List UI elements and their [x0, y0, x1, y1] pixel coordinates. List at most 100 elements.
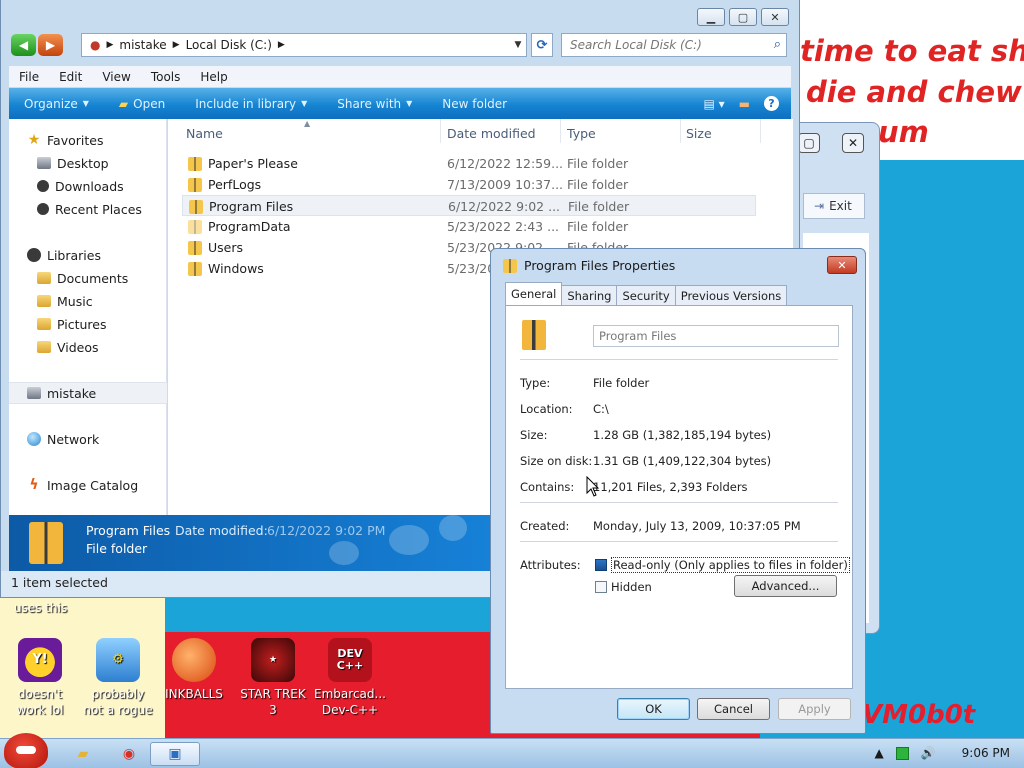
start-button[interactable] — [4, 733, 48, 768]
column-separator[interactable] — [760, 119, 761, 143]
tab-security[interactable]: Security — [616, 285, 676, 305]
exit-icon: ⇥ — [814, 199, 825, 213]
share-with-button[interactable]: Share with ▼ — [322, 97, 427, 111]
refresh-button[interactable]: ⟳ — [531, 33, 553, 57]
column-header-size[interactable]: Size — [686, 126, 712, 141]
menu-tools[interactable]: Tools — [141, 70, 191, 84]
column-header-name[interactable]: Name — [186, 126, 223, 141]
nav-mistake[interactable]: mistake — [9, 382, 167, 404]
nav-network[interactable]: Network — [9, 428, 167, 450]
hidden-checkbox[interactable]: Hidden — [595, 580, 652, 594]
address-bar[interactable]: ● ▶ mistake ▶ Local Disk (C:) ▶ ▼ — [81, 33, 527, 57]
tab-previous-versions[interactable]: Previous Versions — [674, 285, 788, 305]
table-row-selected[interactable]: Program Files 6/12/2022 9:02 ... File fo… — [182, 195, 756, 216]
volume-icon[interactable]: 🔊 — [921, 746, 936, 760]
maximize-button[interactable]: ▢ — [729, 8, 757, 26]
preview-pane-icon[interactable]: ▬ — [739, 97, 750, 111]
column-separator[interactable] — [680, 119, 681, 143]
table-row[interactable]: Paper's Please 6/12/2022 12:59... File f… — [182, 153, 756, 174]
dialog-title-bar[interactable]: Program Files Properties — [503, 258, 675, 273]
view-options-icon[interactable]: ▤ ▾ — [703, 97, 724, 111]
window-controls: ▁ ▢ ✕ — [697, 8, 789, 26]
desktop-icon-dev-cpp[interactable]: DEV C++ Embarcad... Dev-C++ — [312, 638, 388, 718]
nav-recent-places[interactable]: Recent Places — [9, 198, 167, 220]
nav-pictures[interactable]: Pictures — [9, 313, 167, 335]
table-row[interactable]: ProgramData 5/23/2022 2:43 ... File fold… — [182, 216, 756, 237]
nav-videos[interactable]: Videos — [9, 336, 167, 358]
menu-edit[interactable]: Edit — [49, 70, 92, 84]
toolbar-right-group: ▤ ▾ ▬ ? — [703, 96, 791, 111]
desktop-icon-inkballs[interactable]: INKBALLS — [156, 638, 232, 702]
breadcrumb-local-disk[interactable]: Local Disk (C:) — [186, 38, 272, 52]
meme-text-line-3: um — [878, 115, 929, 149]
nav-label: Network — [47, 431, 100, 447]
videos-icon — [37, 341, 51, 353]
nav-desktop[interactable]: Desktop — [9, 152, 167, 174]
column-header-type[interactable]: Type — [567, 126, 596, 141]
back-button[interactable]: ◀ — [11, 34, 36, 56]
include-in-library-button[interactable]: Include in library ▼ — [180, 97, 322, 111]
desktop-icon-label: probably not a rogue — [83, 687, 153, 717]
menu-view[interactable]: View — [92, 70, 140, 84]
desktop-icon-not-rogue[interactable]: ⚙ probably not a rogue — [80, 638, 156, 718]
clock[interactable]: 9:06 PM — [962, 746, 1010, 760]
column-separator[interactable] — [560, 119, 561, 143]
details-modified-value: 6/12/2022 9:02 PM — [267, 523, 386, 538]
address-row: ◀ ▶ ● ▶ mistake ▶ Local Disk (C:) ▶ ▼ ⟳ … — [11, 33, 787, 59]
cancel-button[interactable]: Cancel — [697, 698, 770, 720]
search-icon[interactable]: ⌕ — [774, 37, 781, 52]
file-name: Paper's Please — [208, 156, 298, 171]
taskbar-chrome-button[interactable]: ◉ — [104, 742, 154, 766]
desktop-icon-star-trek[interactable]: ★ STAR TREK 3 — [235, 638, 311, 718]
readonly-checkbox[interactable]: Read-only (Only applies to files in fold… — [595, 557, 850, 573]
open-button[interactable]: ▰ Open — [104, 97, 180, 111]
minimize-button[interactable]: ▁ — [697, 8, 725, 26]
nav-label: Favorites — [47, 132, 104, 148]
menu-help[interactable]: Help — [190, 70, 237, 84]
show-hidden-icons-icon[interactable]: ▲ — [874, 746, 883, 760]
tab-strip: General Sharing Security Previous Versio… — [505, 282, 788, 305]
exit-button[interactable]: ⇥ Exit — [803, 193, 865, 219]
file-date: 6/12/2022 9:02 ... — [448, 199, 561, 214]
taskbar-explorer-button[interactable]: ▰ — [58, 742, 108, 766]
organize-button[interactable]: Organize ▼ — [9, 97, 104, 111]
search-input[interactable] — [562, 34, 758, 56]
network-icon — [27, 432, 41, 446]
apply-button[interactable]: Apply — [778, 698, 851, 720]
table-row[interactable]: PerfLogs 7/13/2009 10:37... File folder — [182, 174, 756, 195]
tab-general[interactable]: General — [505, 282, 563, 305]
maximize-button[interactable]: ▢ — [798, 133, 820, 153]
nav-libraries[interactable]: Libraries — [9, 244, 167, 266]
folder-name-field[interactable]: Program Files — [593, 325, 839, 347]
forward-button[interactable]: ▶ — [38, 34, 63, 56]
inkball-icon — [172, 638, 216, 682]
nav-image-catalog[interactable]: ϟ Image Catalog — [9, 474, 167, 496]
divider — [520, 502, 838, 503]
nav-downloads[interactable]: Downloads — [9, 175, 167, 197]
nav-documents[interactable]: Documents — [9, 267, 167, 289]
help-icon[interactable]: ? — [764, 96, 779, 111]
tab-sharing[interactable]: Sharing — [561, 285, 618, 305]
taskbar-active-app-button[interactable]: ▣ — [150, 742, 200, 766]
divider — [520, 541, 838, 542]
menu-file[interactable]: File — [9, 70, 49, 84]
nav-favorites[interactable]: ★ Favorites — [9, 129, 167, 151]
column-header-date[interactable]: Date modified — [447, 126, 536, 141]
ok-button[interactable]: OK — [617, 698, 690, 720]
column-separator[interactable] — [440, 119, 441, 143]
search-box[interactable]: ⌕ — [561, 33, 787, 57]
close-button[interactable]: ✕ — [842, 133, 864, 153]
network-status-icon[interactable] — [895, 746, 909, 760]
divider — [520, 359, 838, 360]
close-button[interactable]: ✕ — [761, 8, 789, 26]
advanced-button[interactable]: Advanced... — [734, 575, 837, 597]
breadcrumb-mistake[interactable]: mistake — [119, 38, 166, 52]
file-type: File folder — [567, 177, 629, 192]
new-folder-button[interactable]: New folder — [427, 97, 522, 111]
address-dropdown-icon[interactable]: ▼ — [510, 40, 526, 50]
close-button[interactable]: ✕ — [827, 256, 857, 274]
nav-music[interactable]: Music — [9, 290, 167, 312]
desktop-icon-yahoo[interactable]: Y! doesn't work lol — [2, 638, 78, 718]
bokeh-decoration — [389, 525, 429, 555]
details-modified-label: Date modified: — [175, 523, 268, 538]
